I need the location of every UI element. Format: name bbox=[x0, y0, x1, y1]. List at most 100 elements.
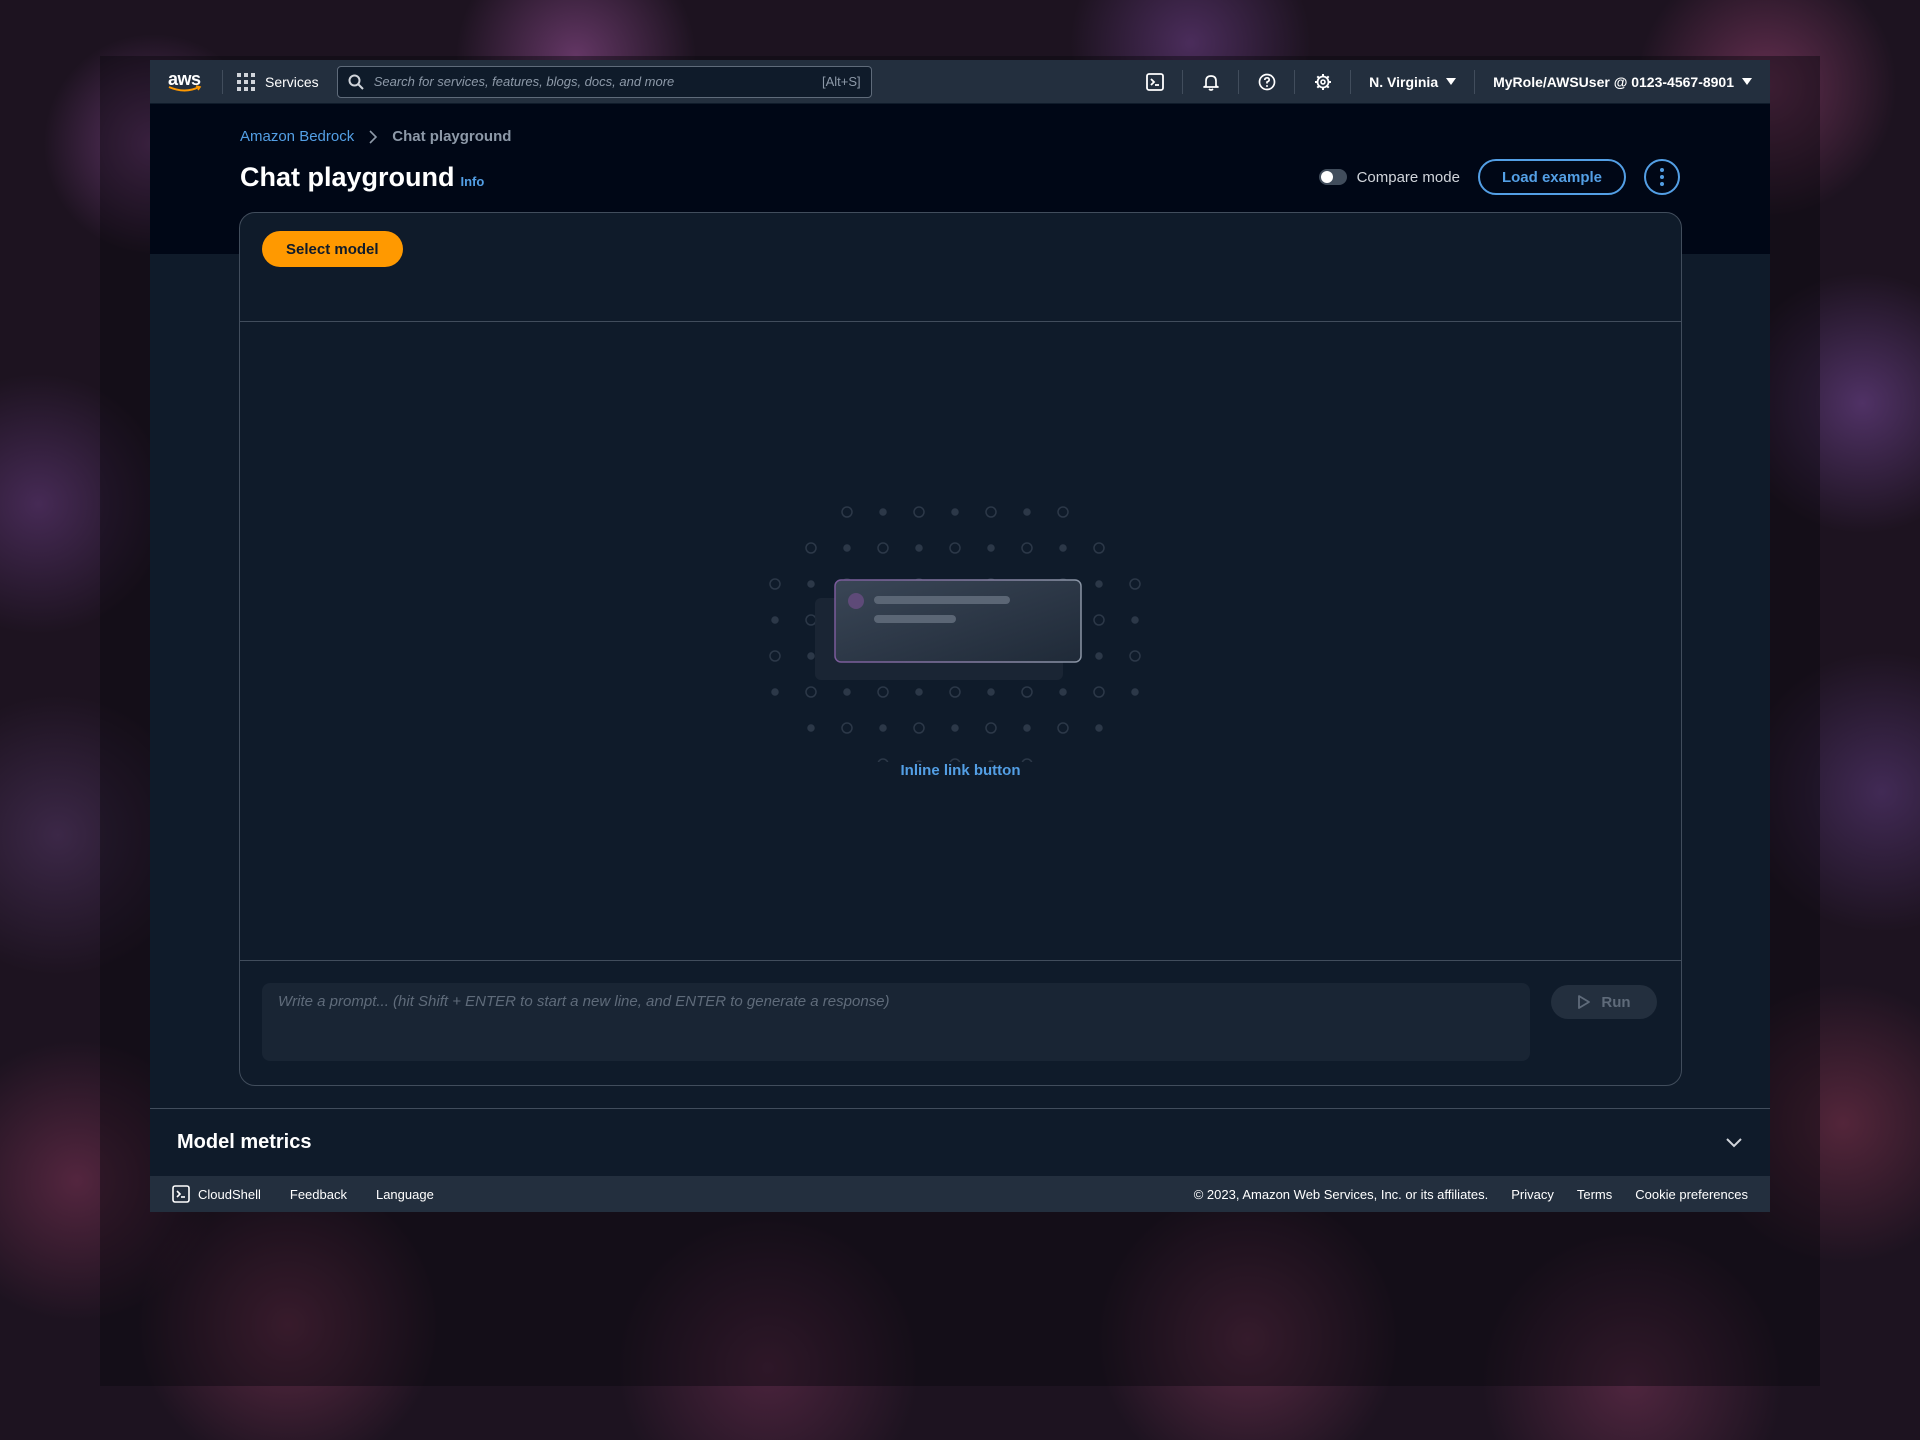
footer-left: CloudShell Feedback Language bbox=[172, 1185, 434, 1203]
kebab-dot bbox=[1660, 168, 1664, 172]
footer-language-link[interactable]: Language bbox=[376, 1187, 434, 1202]
decorative-dot bbox=[1057, 722, 1069, 734]
footer-right: © 2023, Amazon Web Services, Inc. or its… bbox=[1194, 1187, 1748, 1202]
footer-privacy-link[interactable]: Privacy bbox=[1511, 1187, 1554, 1202]
prompt-placeholder: Write a prompt... (hit Shift + ENTER to … bbox=[278, 993, 890, 1010]
region-label: N. Virginia bbox=[1369, 73, 1439, 90]
settings-button[interactable] bbox=[1295, 60, 1350, 104]
decorative-dot bbox=[1131, 688, 1139, 696]
model-metrics-title: Model metrics bbox=[177, 1131, 312, 1153]
decorative-dot bbox=[1023, 724, 1031, 732]
decorative-dot bbox=[877, 686, 889, 698]
decorative-dot bbox=[807, 580, 815, 588]
top-navigation: aws Services Search for services, featur… bbox=[150, 60, 1770, 104]
search-input[interactable]: Search for services, features, blogs, do… bbox=[336, 65, 872, 98]
notifications-button[interactable] bbox=[1183, 60, 1238, 104]
decorative-dot bbox=[1095, 652, 1103, 660]
decorative-dot bbox=[1093, 542, 1105, 554]
settings-icon bbox=[1315, 73, 1332, 90]
inline-link-button[interactable]: Inline link button bbox=[240, 762, 1681, 779]
caret-down-icon bbox=[1446, 78, 1457, 85]
decorative-dot bbox=[1129, 578, 1141, 590]
decorative-dot bbox=[951, 508, 959, 516]
grid-icon bbox=[237, 72, 255, 91]
nav-right-group: N. Virginia MyRole/AWSUser @ 0123-4567-8… bbox=[1127, 60, 1770, 103]
footer-terms-link[interactable]: Terms bbox=[1577, 1187, 1612, 1202]
decorative-dot bbox=[805, 614, 817, 626]
page-title-group: Chat playground Info bbox=[240, 162, 484, 193]
run-label: Run bbox=[1601, 993, 1631, 1011]
caret-down-icon bbox=[1742, 78, 1752, 85]
account-label: MyRole/AWSUser @ 0123-4567-8901 bbox=[1493, 73, 1734, 90]
cloudshell-icon bbox=[1146, 72, 1165, 91]
prompt-textarea[interactable]: Write a prompt... (hit Shift + ENTER to … bbox=[262, 983, 1530, 1061]
decorative-dot bbox=[843, 544, 851, 552]
decorative-dot bbox=[949, 686, 961, 698]
bell-icon bbox=[1203, 74, 1219, 91]
model-metrics-panel[interactable]: Model metrics bbox=[150, 1108, 1770, 1176]
footer-feedback-link[interactable]: Feedback bbox=[290, 1187, 347, 1202]
decorative-dot bbox=[913, 506, 925, 518]
decorative-dot bbox=[1059, 688, 1067, 696]
decorative-dot bbox=[877, 542, 889, 554]
decorative-dot bbox=[1095, 580, 1103, 588]
decorative-dot bbox=[951, 724, 959, 732]
compare-mode-toggle[interactable]: Compare mode bbox=[1318, 168, 1460, 186]
cloudshell-button[interactable] bbox=[1127, 60, 1182, 104]
playground-container: Select model Inline link button Write a … bbox=[239, 212, 1682, 1086]
decorative-dot bbox=[987, 544, 995, 552]
services-label: Services bbox=[265, 73, 319, 90]
decorative-dot bbox=[1129, 650, 1141, 662]
chevron-down-icon[interactable] bbox=[1725, 1137, 1743, 1149]
run-button[interactable]: Run bbox=[1551, 985, 1657, 1019]
decorative-dot bbox=[843, 688, 851, 696]
chevron-right-icon bbox=[369, 129, 378, 144]
prompt-row: Write a prompt... (hit Shift + ENTER to … bbox=[240, 961, 1681, 1085]
toggle-track[interactable] bbox=[1318, 169, 1347, 185]
info-link[interactable]: Info bbox=[461, 174, 485, 189]
select-model-button[interactable]: Select model bbox=[262, 231, 403, 267]
services-menu-button[interactable]: Services bbox=[237, 72, 319, 91]
decorative-dot bbox=[879, 508, 887, 516]
help-button[interactable] bbox=[1239, 60, 1294, 104]
toggle-knob bbox=[1320, 171, 1333, 183]
decorative-dot bbox=[1093, 614, 1105, 626]
more-actions-button[interactable] bbox=[1644, 159, 1680, 195]
decorative-dot bbox=[879, 724, 887, 732]
account-menu[interactable]: MyRole/AWSUser @ 0123-4567-8901 bbox=[1475, 60, 1770, 104]
decorative-dot bbox=[805, 686, 817, 698]
console-footer: CloudShell Feedback Language © 2023, Ama… bbox=[150, 1176, 1770, 1212]
search-icon bbox=[348, 74, 364, 90]
compare-mode-label: Compare mode bbox=[1356, 168, 1460, 186]
decorative-dot bbox=[985, 506, 997, 518]
decorative-dot bbox=[771, 616, 779, 624]
footer-cloudshell-button[interactable]: CloudShell bbox=[172, 1185, 261, 1203]
help-icon bbox=[1258, 73, 1276, 90]
page-title: Chat playground bbox=[240, 162, 455, 192]
decorative-dot bbox=[1021, 686, 1033, 698]
decorative-dot bbox=[807, 724, 815, 732]
aws-logo[interactable]: aws bbox=[168, 67, 208, 97]
decorative-dot bbox=[769, 578, 781, 590]
decorative-dot bbox=[987, 688, 995, 696]
load-example-button[interactable]: Load example bbox=[1477, 159, 1626, 195]
decorative-dot bbox=[771, 688, 779, 696]
nav-separator bbox=[222, 69, 223, 94]
kebab-dot bbox=[1660, 175, 1664, 179]
kebab-dot bbox=[1660, 182, 1664, 186]
decorative-dot bbox=[1131, 616, 1139, 624]
breadcrumb-link-amazon-bedrock[interactable]: Amazon Bedrock bbox=[240, 128, 354, 145]
browser-window: aws Services Search for services, featur… bbox=[150, 60, 1770, 1212]
decorative-dot bbox=[915, 544, 923, 552]
decorative-dot bbox=[1093, 686, 1105, 698]
breadcrumb: Amazon Bedrock Chat playground bbox=[240, 128, 511, 145]
region-selector[interactable]: N. Virginia bbox=[1351, 60, 1474, 104]
footer-cookie-preferences-link[interactable]: Cookie preferences bbox=[1635, 1187, 1748, 1202]
decorative-dot bbox=[841, 722, 853, 734]
footer-cloudshell-label: CloudShell bbox=[198, 1186, 261, 1202]
decorative-dot bbox=[913, 722, 925, 734]
breadcrumb-current: Chat playground bbox=[392, 128, 512, 145]
cloudshell-icon bbox=[172, 1185, 190, 1203]
decorative-dot bbox=[1023, 508, 1031, 516]
decorative-dot bbox=[1021, 542, 1033, 554]
